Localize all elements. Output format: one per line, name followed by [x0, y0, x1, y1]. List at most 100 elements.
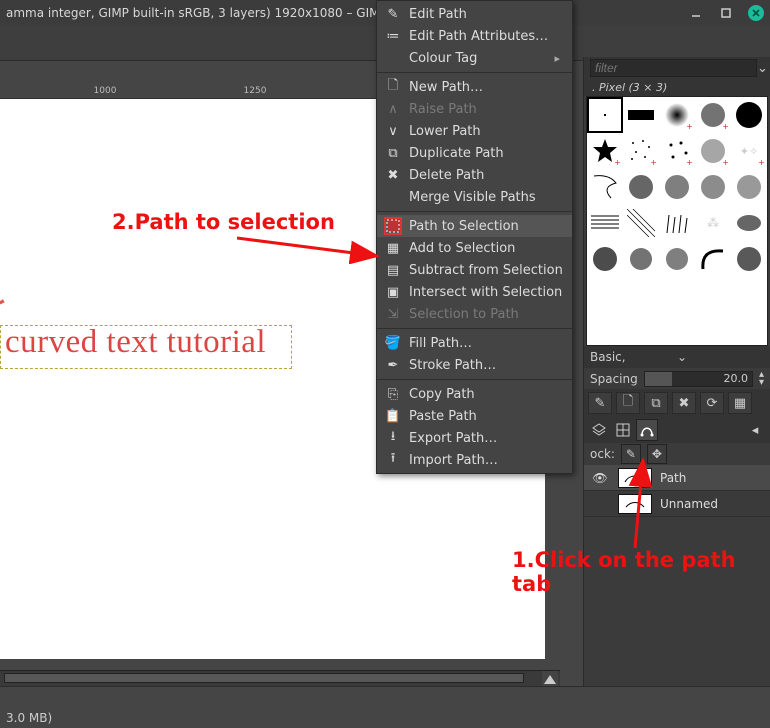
menu-path-to-selection-label: Path to Selection — [409, 219, 519, 234]
brush-noise-4[interactable] — [731, 169, 767, 205]
lock-content-toggle[interactable]: ✎ — [621, 444, 641, 464]
brush-soft-1[interactable]: + — [659, 97, 695, 133]
scrollbar-thumb[interactable] — [4, 673, 524, 683]
menu-subtract-from-selection[interactable]: ▤ Subtract from Selection — [377, 259, 572, 281]
maximize-button[interactable] — [718, 5, 734, 21]
brush-scribble-1[interactable] — [587, 169, 623, 205]
path-item-unnamed[interactable]: Unnamed — [584, 491, 770, 517]
menu-merge-visible-paths[interactable]: Merge Visible Paths — [377, 186, 572, 208]
brush-duplicate-button[interactable]: ⧉ — [644, 392, 668, 414]
brush-edit-button[interactable]: ✎ — [588, 392, 612, 414]
path-to-selection-icon — [385, 218, 401, 234]
spacing-stepper[interactable]: ▴▾ — [759, 371, 764, 387]
brush-new-button[interactable]: 🗋 — [616, 392, 640, 414]
menu-delete-path[interactable]: ✖Delete Path — [377, 164, 572, 186]
lock-label: ock: — [590, 447, 615, 461]
brush-hatch[interactable] — [587, 205, 623, 241]
tab-paths[interactable] — [636, 419, 658, 441]
menu-fill-path[interactable]: 🪣Fill Path… — [377, 332, 572, 354]
close-button[interactable] — [748, 5, 764, 21]
brush-noise-3[interactable] — [695, 169, 731, 205]
visibility-toggle[interactable]: 👁 — [590, 471, 610, 485]
preset-dropdown-icon[interactable]: ⌄ — [677, 350, 764, 364]
menu-paste-path[interactable]: 📋 Paste Path — [377, 405, 572, 427]
brush-charcoal-3[interactable] — [659, 241, 695, 277]
menu-new-path[interactable]: 🗋New Path… — [377, 76, 572, 98]
dock-tab-menu[interactable]: ◂ — [744, 419, 766, 441]
brush-charcoal-2[interactable] — [623, 241, 659, 277]
menu-subtract-from-selection-label: Subtract from Selection — [409, 263, 563, 278]
menu-separator — [377, 72, 572, 73]
paths-context-menu: ✎Edit Path ≔Edit Path Attributes… Colour… — [376, 0, 573, 474]
brush-scribble-2[interactable] — [695, 241, 731, 277]
canvas-text-layer[interactable]: curved text tutorial — [5, 324, 266, 361]
brush-filter-row: ⌄ — [584, 57, 770, 79]
menu-export-path[interactable]: ⭳Export Path… — [377, 427, 572, 449]
brush-preset-row[interactable]: Basic, ⌄ — [584, 346, 770, 368]
brush-soft-2[interactable]: + — [695, 97, 731, 133]
brush-sparkle[interactable]: ✦✧+ — [731, 133, 767, 169]
minimize-button[interactable] — [688, 5, 704, 21]
menu-lower-path[interactable]: ∨Lower Path — [377, 120, 572, 142]
brush-noise-2[interactable] — [659, 169, 695, 205]
brush-splat[interactable] — [731, 241, 767, 277]
brush-scatter-2[interactable]: + — [659, 133, 695, 169]
menu-edit-path-attributes[interactable]: ≔Edit Path Attributes… — [377, 25, 572, 47]
menu-delete-path-label: Delete Path — [409, 168, 484, 183]
menu-edit-path[interactable]: ✎Edit Path — [377, 3, 572, 25]
menu-intersect-with-selection[interactable]: ▣Intersect with Selection — [377, 281, 572, 303]
brush-charcoal-1[interactable] — [587, 241, 623, 277]
menu-stroke-path-label: Stroke Path… — [409, 358, 496, 373]
menu-import-path[interactable]: ⭱Import Path… — [377, 449, 572, 471]
subtract-selection-icon: ▤ — [385, 262, 401, 278]
menu-separator — [377, 211, 572, 212]
brush-delete-button[interactable]: ✖ — [672, 392, 696, 414]
filter-dropdown-icon[interactable]: ⌄ — [757, 61, 768, 76]
menu-colour-tag[interactable]: Colour Tag▸ — [377, 47, 572, 69]
duplicate-icon: ⧉ — [385, 145, 401, 161]
channels-icon — [616, 423, 630, 437]
menu-paste-path-label: Paste Path — [409, 409, 477, 424]
brush-open-as-image-button[interactable]: ▦ — [728, 392, 752, 414]
menu-duplicate-path[interactable]: ⧉Duplicate Path — [377, 142, 572, 164]
dock-tabs: ◂ — [584, 417, 770, 443]
path-item-path[interactable]: 👁 Path — [584, 465, 770, 491]
brush-grass[interactable] — [659, 205, 695, 241]
menu-edit-path-attributes-label: Edit Path Attributes… — [409, 29, 548, 44]
spacing-slider[interactable]: 20.0 — [644, 371, 753, 387]
lock-position-toggle[interactable]: ✥ — [647, 444, 667, 464]
menu-separator — [377, 379, 572, 380]
window-title: amma integer, GIMP built-in sRGB, 3 laye… — [6, 6, 674, 20]
menu-add-to-selection[interactable]: ▦Add to Selection — [377, 237, 572, 259]
brush-smudge[interactable] — [731, 205, 767, 241]
brush-crosshatch[interactable] — [623, 205, 659, 241]
brush-scatter-1[interactable]: + — [623, 133, 659, 169]
horizontal-scrollbar[interactable] — [0, 670, 560, 686]
brush-filter-input[interactable] — [590, 59, 757, 77]
brush-star[interactable]: + — [587, 133, 623, 169]
status-bar: 3.0 MB) — [0, 686, 770, 728]
brush-hard[interactable] — [731, 97, 767, 133]
brush-grid[interactable]: + + + + + + ✦✧+ ⁂ — [586, 96, 768, 346]
copy-icon: ⎘ — [385, 386, 401, 402]
paths-lock-row: ock: ✎ ✥ — [584, 443, 770, 465]
brush-pixel[interactable] — [587, 97, 623, 133]
menu-stroke-path[interactable]: ✒Stroke Path… — [377, 354, 572, 376]
menu-copy-path[interactable]: ⎘Copy Path — [377, 383, 572, 405]
selection-to-path-icon: ⇲ — [385, 306, 401, 322]
brush-noise-1[interactable] — [623, 169, 659, 205]
navigation-button[interactable] — [542, 671, 558, 687]
brush-refresh-button[interactable]: ⟳ — [700, 392, 724, 414]
menu-path-to-selection[interactable]: Path to Selection — [377, 215, 572, 237]
paste-icon: 📋 — [385, 408, 401, 424]
tab-layers[interactable] — [588, 419, 610, 441]
path-item-label: Unnamed — [660, 497, 718, 511]
menu-separator — [377, 328, 572, 329]
brush-name-label: . Pixel (3 × 3) — [584, 79, 770, 96]
menu-edit-path-label: Edit Path — [409, 7, 467, 22]
brush-spray[interactable]: + — [695, 133, 731, 169]
submenu-arrow-icon: ▸ — [554, 52, 560, 65]
brush-confetti[interactable]: ⁂ — [695, 205, 731, 241]
brush-block[interactable] — [623, 97, 659, 133]
tab-channels[interactable] — [612, 419, 634, 441]
